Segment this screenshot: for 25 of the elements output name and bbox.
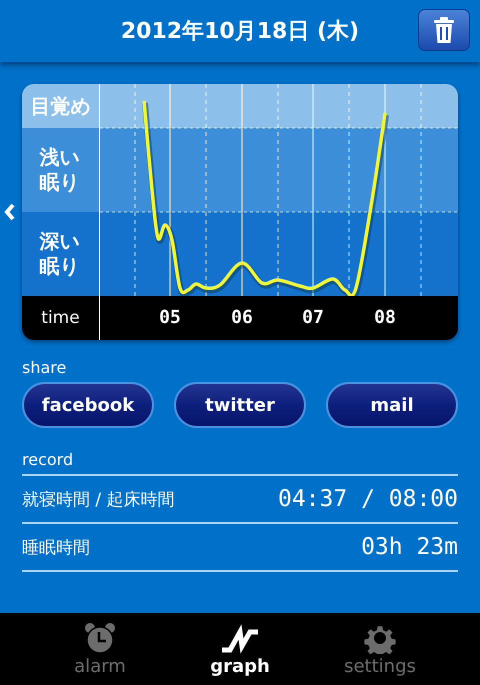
hour-label: 05 — [158, 307, 182, 328]
time-axis-label: time — [22, 296, 100, 340]
record-value: 04:37 / 08:00 — [278, 486, 458, 512]
graph-icon — [220, 622, 260, 654]
share-button[interactable]: twitter — [174, 382, 306, 428]
hour-label: 07 — [301, 307, 325, 328]
share-button[interactable]: facebook — [22, 382, 154, 428]
date-title: 2012年10月18日 (木) — [120, 18, 360, 46]
trash-icon — [433, 17, 455, 43]
sleep-stage-label: 浅い眠り — [40, 145, 80, 195]
sleep-stage-label: 深い眠り — [40, 229, 80, 279]
hour-label: 08 — [373, 307, 397, 328]
record-label: 睡眠時間 — [22, 536, 90, 558]
tab[interactable]: settings — [310, 613, 450, 685]
tab[interactable]: alarm — [30, 613, 170, 685]
tab[interactable]: graph — [170, 613, 310, 685]
delete-button[interactable] — [418, 9, 470, 51]
section-label: share — [22, 358, 68, 378]
share-button[interactable]: mail — [326, 382, 458, 428]
section-label: record — [22, 450, 74, 470]
sleep-stage-label: 目覚め — [30, 94, 90, 118]
record-value: 03h 23m — [361, 534, 458, 560]
hour-label: 06 — [230, 307, 254, 328]
alarm-clock-icon — [83, 622, 117, 654]
record-label: 就寝時間 / 起床時間 — [22, 488, 175, 510]
